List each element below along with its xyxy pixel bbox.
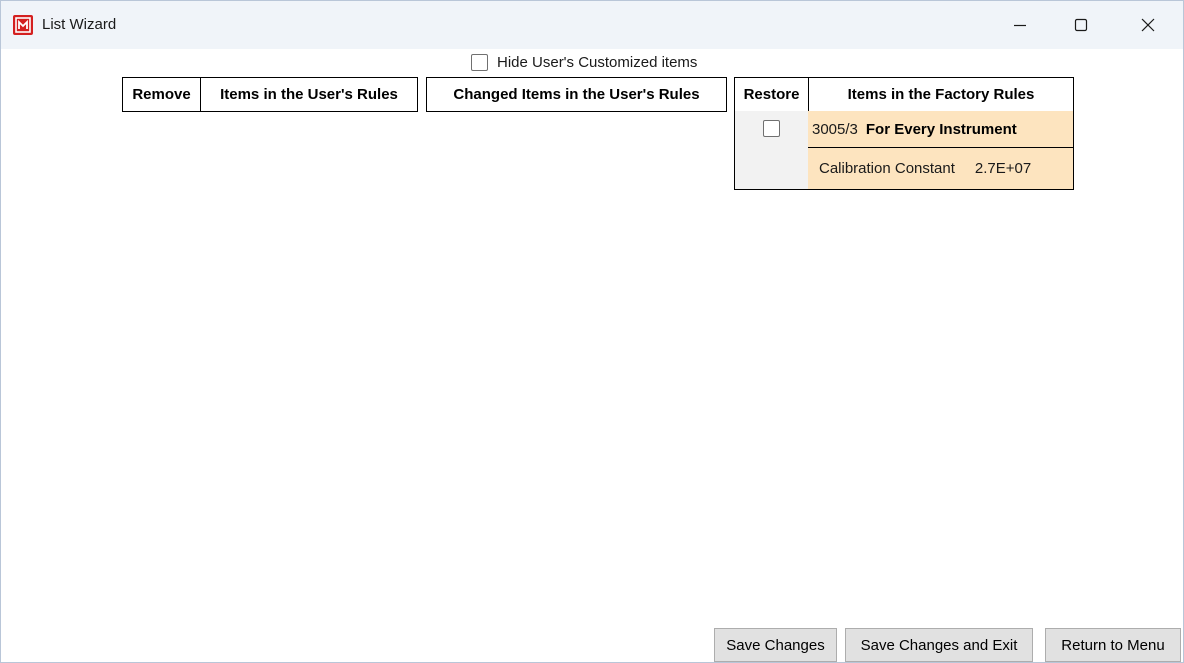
restore-cell bbox=[734, 111, 809, 190]
factory-rule-group-row[interactable]: 3005/3 For Every Instrument bbox=[808, 111, 1074, 148]
save-changes-button[interactable]: Save Changes bbox=[714, 628, 837, 662]
factory-rule-item-row[interactable]: Calibration Constant 2.7E+07 bbox=[808, 147, 1074, 190]
title-bar[interactable]: List Wizard bbox=[1, 1, 1183, 49]
hide-customized-checkbox[interactable] bbox=[471, 53, 488, 71]
minimize-icon[interactable] bbox=[997, 1, 1043, 49]
column-header-restore: Restore bbox=[734, 77, 808, 112]
list-wizard-window: List Wizard Hide User's Customized items… bbox=[0, 0, 1184, 663]
hide-customized-label[interactable]: Hide User's Customized items bbox=[497, 54, 697, 71]
factory-item-label: Calibration Constant bbox=[819, 160, 955, 177]
column-header-factory-items: Items in the Factory Rules bbox=[808, 77, 1074, 112]
save-and-exit-button[interactable]: Save Changes and Exit bbox=[845, 628, 1033, 662]
return-to-menu-button[interactable]: Return to Menu bbox=[1045, 628, 1181, 662]
column-header-remove: Remove bbox=[122, 77, 200, 112]
factory-rule-code: 3005/3 bbox=[812, 120, 858, 138]
app-logo-icon bbox=[13, 15, 33, 35]
window-title: List Wizard bbox=[42, 16, 117, 33]
restore-checkbox[interactable] bbox=[763, 120, 780, 137]
column-header-changed-items: Changed Items in the User's Rules bbox=[426, 77, 727, 112]
hide-customized-option: Hide User's Customized items bbox=[471, 52, 697, 72]
factory-rule-title: For Every Instrument bbox=[865, 120, 1017, 138]
column-header-user-items: Items in the User's Rules bbox=[200, 77, 418, 112]
maximize-icon[interactable] bbox=[1058, 1, 1104, 49]
close-icon[interactable] bbox=[1125, 1, 1171, 49]
factory-item-value: 2.7E+07 bbox=[974, 160, 1032, 177]
